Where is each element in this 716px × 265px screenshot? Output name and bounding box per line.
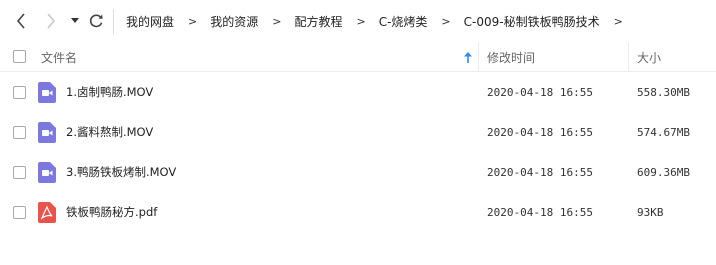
row-checkbox[interactable] <box>13 86 26 99</box>
file-modified: 2020-04-18 16:55 <box>487 205 593 219</box>
file-size: 609.36MB <box>637 165 690 179</box>
file-size: 574.67MB <box>637 125 690 139</box>
file-row[interactable]: 1.卤制鸭肠.MOV 2020-04-18 16:55 558.30MB <box>0 72 716 112</box>
pdf-file-icon <box>38 202 56 223</box>
row-checkbox[interactable] <box>13 206 26 219</box>
breadcrumb-separator: > <box>356 14 366 28</box>
file-row[interactable]: 铁板鸭肠秘方.pdf 2020-04-18 16:55 93KB <box>0 192 716 232</box>
breadcrumb-separator: > <box>272 14 282 28</box>
chevron-left-icon <box>16 13 25 29</box>
file-size: 93KB <box>637 205 664 219</box>
row-checkbox[interactable] <box>13 126 26 139</box>
sort-ascending-icon[interactable] <box>464 42 472 72</box>
breadcrumb-item-recipes[interactable]: 配方教程 <box>294 13 342 30</box>
breadcrumb-item-my-disk[interactable]: 我的网盘 <box>126 13 174 30</box>
breadcrumb-item-bbq[interactable]: C-烧烤类 <box>379 13 428 30</box>
refresh-icon <box>89 14 103 28</box>
video-file-icon <box>38 162 56 183</box>
back-button[interactable] <box>11 11 31 31</box>
breadcrumb-separator: > <box>441 14 451 28</box>
file-name[interactable]: 铁板鸭肠秘方.pdf <box>66 192 157 232</box>
file-modified: 2020-04-18 16:55 <box>487 85 593 99</box>
file-list-header: 文件名 修改时间 大小 <box>0 42 716 72</box>
dropdown-arrow-icon <box>71 18 79 23</box>
breadcrumb-item-current-folder[interactable]: C-009-秘制铁板鸭肠技术 <box>464 13 600 30</box>
video-file-icon <box>38 122 56 143</box>
breadcrumb: 我的网盘 > 我的资源 > 配方教程 > C-烧烤类 > C-009-秘制铁板鸭… <box>126 0 636 42</box>
column-divider[interactable] <box>478 42 479 72</box>
column-header-name[interactable]: 文件名 <box>41 42 77 72</box>
file-row[interactable]: 2.酱料熬制.MOV 2020-04-18 16:55 574.67MB <box>0 112 716 152</box>
select-all-checkbox[interactable] <box>13 50 26 63</box>
file-row[interactable]: 3.鸭肠铁板烤制.MOV 2020-04-18 16:55 609.36MB <box>0 152 716 192</box>
video-file-icon <box>38 82 56 103</box>
file-name[interactable]: 1.卤制鸭肠.MOV <box>66 72 153 112</box>
row-checkbox[interactable] <box>13 166 26 179</box>
file-name[interactable]: 3.鸭肠铁板烤制.MOV <box>66 152 176 192</box>
column-header-modified[interactable]: 修改时间 <box>487 42 535 72</box>
file-modified: 2020-04-18 16:55 <box>487 165 593 179</box>
breadcrumb-item-my-resources[interactable]: 我的资源 <box>210 13 258 30</box>
breadcrumb-separator: > <box>613 14 623 28</box>
column-header-size[interactable]: 大小 <box>637 42 661 72</box>
toolbar-divider <box>113 9 114 34</box>
file-modified: 2020-04-18 16:55 <box>487 125 593 139</box>
breadcrumb-separator: > <box>188 14 198 28</box>
history-dropdown-button[interactable] <box>68 11 82 31</box>
file-name[interactable]: 2.酱料熬制.MOV <box>66 112 153 152</box>
navigation-toolbar: 我的网盘 > 我的资源 > 配方教程 > C-烧烤类 > C-009-秘制铁板鸭… <box>0 0 716 42</box>
forward-button[interactable] <box>41 11 61 31</box>
column-divider[interactable] <box>628 42 629 72</box>
refresh-button[interactable] <box>86 11 106 31</box>
chevron-right-icon <box>47 13 56 29</box>
file-size: 558.30MB <box>637 85 690 99</box>
